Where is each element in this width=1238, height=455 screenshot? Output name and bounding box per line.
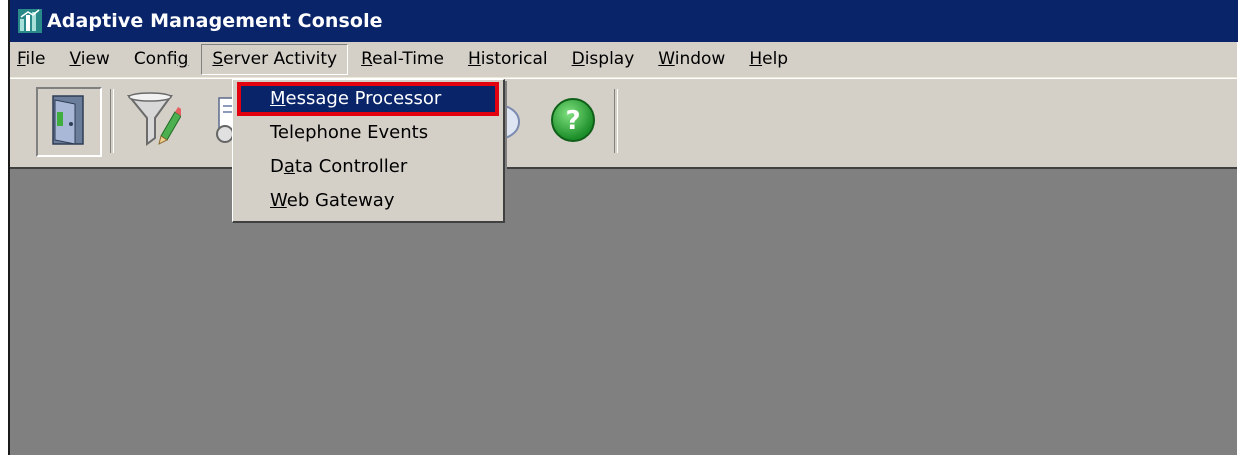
toolbar-separator — [110, 89, 114, 153]
server-activity-dropdown: Message Processor Telephone Events Data … — [232, 79, 505, 223]
window-title: Adaptive Management Console — [47, 10, 383, 32]
toolbar-exit-button[interactable] — [36, 87, 102, 157]
toolbar-help-button[interactable]: ? — [540, 87, 606, 157]
menu-item-web-gateway[interactable]: Web Gateway — [233, 184, 503, 218]
menu-bar: File View Config Server Activity Real-Ti… — [10, 42, 1238, 78]
menu-real-time[interactable]: Real-Time — [350, 44, 455, 75]
svg-text:?: ? — [565, 106, 580, 136]
app-window: Adaptive Management Console File View Co… — [8, 0, 1238, 455]
menu-view[interactable]: View — [58, 44, 120, 75]
menu-help[interactable]: Help — [738, 44, 799, 75]
menu-item-data-controller[interactable]: Data Controller — [233, 150, 503, 184]
menu-file[interactable]: File — [10, 44, 56, 75]
toolbar: ? — [10, 78, 1238, 168]
toolbar-separator — [614, 89, 618, 153]
menu-window[interactable]: Window — [647, 44, 736, 75]
menu-display[interactable]: Display — [561, 44, 646, 75]
door-icon — [49, 94, 89, 150]
toolbar-filter-button[interactable] — [120, 87, 186, 157]
menu-item-telephone-events[interactable]: Telephone Events — [233, 116, 503, 150]
app-logo-icon — [17, 8, 43, 34]
help-icon: ? — [549, 96, 597, 148]
menu-historical[interactable]: Historical — [457, 44, 559, 75]
menu-server-activity[interactable]: Server Activity — [201, 44, 349, 75]
mdi-workspace — [10, 167, 1238, 455]
title-bar[interactable]: Adaptive Management Console — [10, 0, 1238, 42]
filter-edit-icon — [125, 90, 183, 154]
menu-config[interactable]: Config — [123, 44, 200, 75]
menu-item-message-processor[interactable]: Message Processor — [237, 82, 499, 116]
